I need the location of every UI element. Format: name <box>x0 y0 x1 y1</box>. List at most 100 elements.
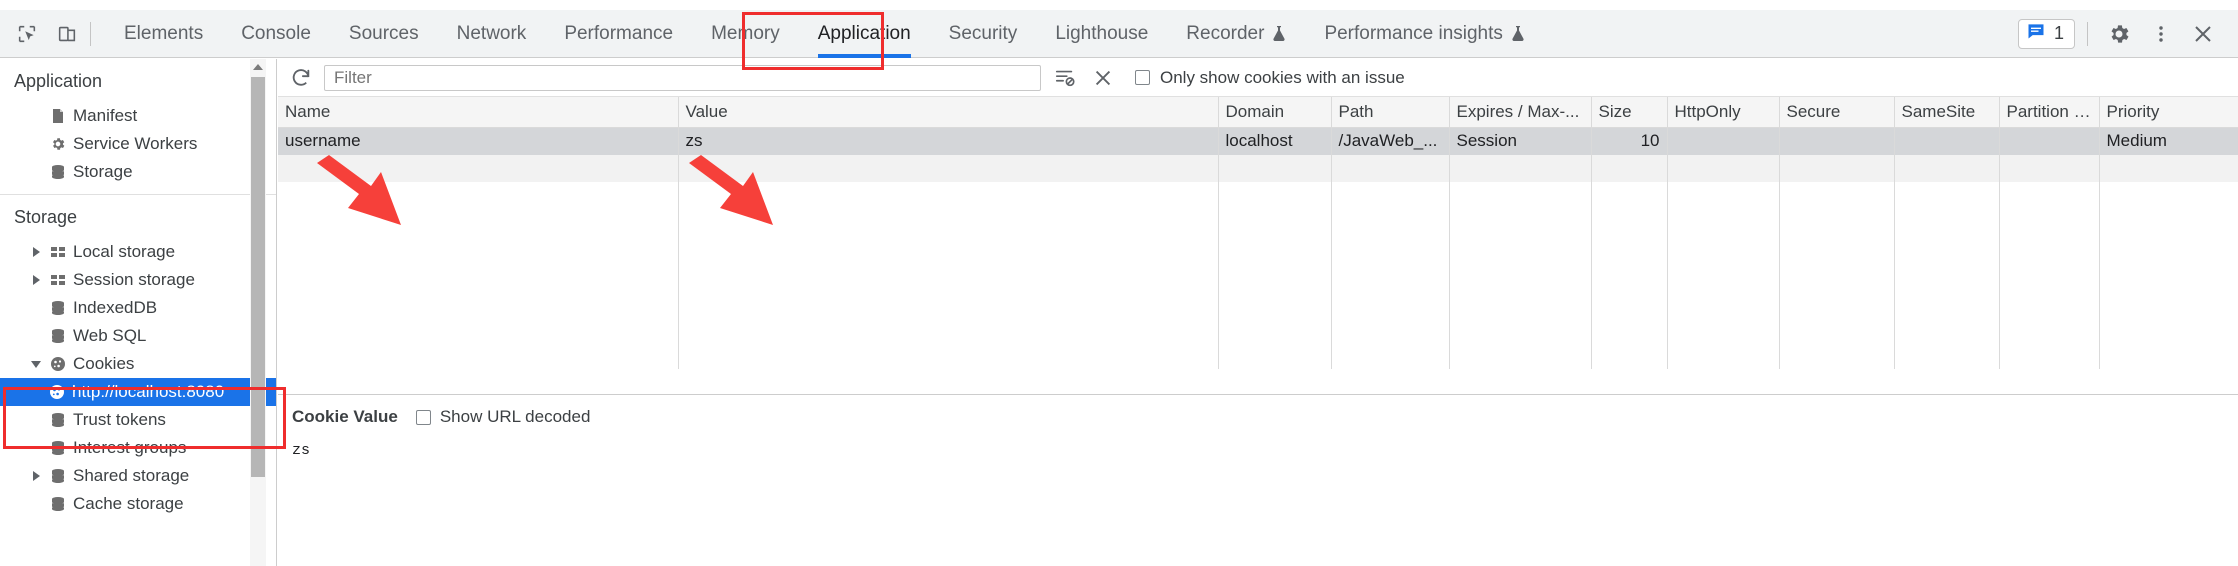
cell-priority[interactable]: Medium <box>2099 127 2238 155</box>
tab-console[interactable]: Console <box>222 10 330 58</box>
cell-httponly[interactable] <box>1667 127 1780 155</box>
sidebar-item-label: Interest groups <box>73 438 187 457</box>
tab-label: Console <box>241 22 311 44</box>
cell-domain[interactable]: localhost <box>1218 127 1332 155</box>
scroll-up-arrow-icon[interactable] <box>250 59 266 75</box>
issues-counter-button[interactable]: 1 <box>2017 18 2075 49</box>
refresh-icon[interactable] <box>288 65 314 91</box>
column-header-httponly[interactable]: HttpOnly <box>1667 97 1780 128</box>
clear-filtered-cookies-icon[interactable] <box>1051 64 1079 92</box>
sidebar-item-trust-tokens[interactable]: Trust tokens <box>0 406 276 434</box>
sidebar-scrollbar[interactable] <box>250 59 266 566</box>
show-url-decoded-row[interactable]: Show URL decoded <box>415 407 591 427</box>
sidebar-item-label: Trust tokens <box>73 410 166 429</box>
cell-size[interactable]: 10 <box>1591 127 1668 155</box>
cookies-table: Name Value Domain Path Expires / Max-...… <box>278 97 2238 369</box>
show-url-decoded-label: Show URL decoded <box>439 407 591 426</box>
sidebar-section-header: Storage <box>14 207 78 227</box>
sidebar-item-service-workers[interactable]: Service Workers <box>0 130 276 158</box>
sidebar-item-label: http://localhost:8080 <box>72 382 225 401</box>
tab-network[interactable]: Network <box>438 10 546 58</box>
tab-performance-insights[interactable]: Performance insights <box>1305 10 1543 58</box>
tab-label: Elements <box>124 22 204 44</box>
chevron-right-icon[interactable] <box>30 470 42 482</box>
cell-value[interactable]: zs <box>678 127 1219 155</box>
panel-tabs: Elements Console Sources Network Perform… <box>105 10 1544 58</box>
sidebar-item-cache-storage[interactable]: Cache storage <box>0 490 276 518</box>
chevron-right-icon[interactable] <box>30 274 42 286</box>
tab-memory[interactable]: Memory <box>692 10 799 58</box>
experiment-flask-icon <box>1511 25 1525 42</box>
cell-secure[interactable] <box>1779 127 1895 155</box>
table-row-empty <box>278 181 2238 369</box>
table-grid-icon <box>49 272 66 289</box>
tabbar-divider <box>90 21 91 46</box>
sidebar-item-label: Cookies <box>73 354 135 373</box>
only-issues-checkbox-row[interactable]: Only show cookies with an issue <box>1135 68 1405 88</box>
tab-label: Lighthouse <box>1055 22 1149 44</box>
cookies-table-container[interactable]: Name Value Domain Path Expires / Max-...… <box>278 97 2238 375</box>
clear-all-cookies-icon[interactable] <box>1089 64 1117 92</box>
sidebar-item-local-storage[interactable]: Local storage <box>0 238 276 266</box>
tab-recorder[interactable]: Recorder <box>1167 10 1305 58</box>
devtools-window: Elements Console Sources Network Perform… <box>0 0 2238 566</box>
tab-label: Recorder <box>1186 22 1265 44</box>
tab-label: Application <box>817 22 911 44</box>
column-header-value[interactable]: Value <box>678 97 1219 128</box>
cookie-value-title: Cookie Value <box>292 407 398 426</box>
sidebar-item-manifest[interactable]: Manifest <box>0 102 276 130</box>
tabbar-left-icons <box>0 21 80 47</box>
application-sidebar: Application Manifest Service Workers Sto… <box>0 59 277 566</box>
tab-lighthouse[interactable]: Lighthouse <box>1036 10 1167 58</box>
column-header-expires[interactable]: Expires / Max-... <box>1449 97 1592 128</box>
gear-icon[interactable] <box>2100 15 2138 53</box>
sidebar-item-label: Cache storage <box>73 494 184 513</box>
column-header-name[interactable]: Name <box>278 97 679 128</box>
sidebar-item-label: Storage <box>73 162 133 181</box>
show-url-decoded-checkbox[interactable] <box>415 409 431 425</box>
sidebar-item-cookies[interactable]: Cookies <box>0 350 276 378</box>
sidebar-section-storage: Storage Local storage Session storage In… <box>0 195 276 518</box>
sidebar-item-web-sql[interactable]: Web SQL <box>0 322 276 350</box>
chevron-right-icon[interactable] <box>30 246 42 258</box>
tab-security[interactable]: Security <box>930 10 1037 58</box>
column-header-partition-key[interactable]: Partition K... <box>1999 97 2100 128</box>
inspect-element-icon[interactable] <box>14 21 40 47</box>
sidebar-item-indexeddb[interactable]: IndexedDB <box>0 294 276 322</box>
column-header-path[interactable]: Path <box>1331 97 1450 128</box>
column-header-samesite[interactable]: SameSite <box>1894 97 2000 128</box>
filter-input[interactable]: Filter <box>324 64 1041 91</box>
table-grid-icon <box>49 244 66 261</box>
sidebar-item-session-storage[interactable]: Session storage <box>0 266 276 294</box>
tab-sources[interactable]: Sources <box>330 10 438 58</box>
tab-elements[interactable]: Elements <box>105 10 222 58</box>
kebab-menu-icon[interactable] <box>2142 15 2180 53</box>
column-header-secure[interactable]: Secure <box>1779 97 1895 128</box>
column-header-domain[interactable]: Domain <box>1218 97 1332 128</box>
tab-performance[interactable]: Performance <box>545 10 692 58</box>
table-row-empty[interactable] <box>278 154 2238 182</box>
only-issues-checkbox[interactable] <box>1135 70 1150 85</box>
cell-path[interactable]: /JavaWeb_... <box>1331 127 1450 155</box>
sidebar-item-shared-storage[interactable]: Shared storage <box>0 462 276 490</box>
sidebar-item-label: Service Workers <box>73 134 198 153</box>
tab-label: Performance insights <box>1324 22 1503 44</box>
sidebar-item-storage[interactable]: Storage <box>0 158 276 186</box>
cookies-panel: Filter Only show cookies with an issue N… <box>278 59 2238 566</box>
column-header-size[interactable]: Size <box>1591 97 1668 128</box>
tab-application[interactable]: Application <box>799 10 930 58</box>
sidebar-scrollbar-thumb[interactable] <box>251 77 265 477</box>
experiment-flask-icon <box>1272 25 1286 42</box>
sidebar-item-interest-groups[interactable]: Interest groups <box>0 434 276 462</box>
cell-name[interactable]: username <box>278 127 679 155</box>
chevron-down-icon[interactable] <box>30 358 42 370</box>
cell-expires[interactable]: Session <box>1449 127 1592 155</box>
close-icon[interactable] <box>2184 15 2222 53</box>
device-toolbar-icon[interactable] <box>54 21 80 47</box>
table-row[interactable]: username zs localhost /JavaWeb_... Sessi… <box>278 127 2238 155</box>
sidebar-item-cookie-origin[interactable]: http://localhost:8080 <box>0 378 276 406</box>
column-header-priority[interactable]: Priority <box>2099 97 2238 128</box>
tab-label: Sources <box>348 22 419 44</box>
cell-partition-key[interactable] <box>1999 127 2100 155</box>
cell-samesite[interactable] <box>1894 127 2000 155</box>
